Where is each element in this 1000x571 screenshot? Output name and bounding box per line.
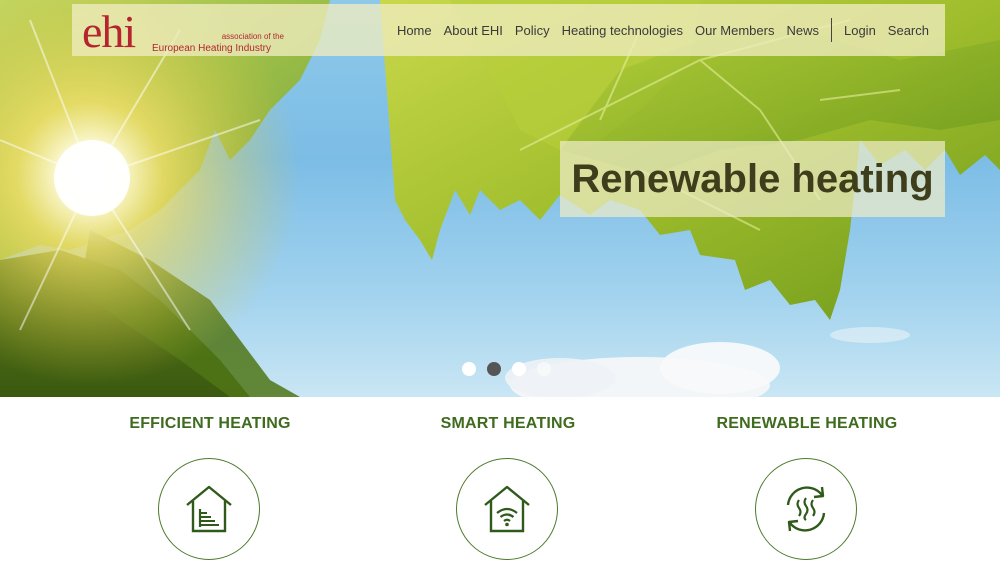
carousel-dot-1[interactable] bbox=[462, 362, 476, 376]
carousel-dot-2[interactable] bbox=[487, 362, 501, 376]
nav-our-members[interactable]: Our Members bbox=[695, 23, 774, 38]
carousel-dot-4[interactable] bbox=[537, 362, 551, 376]
hero-banner: ehi association of the European Heating … bbox=[0, 0, 1000, 397]
nav-about[interactable]: About EHI bbox=[444, 23, 503, 38]
logo-tagline-line2: European Heating Industry bbox=[152, 43, 271, 54]
slide-caption-text: Renewable heating bbox=[571, 156, 934, 201]
ehi-logo[interactable]: ehi association of the European Heating … bbox=[82, 6, 284, 57]
carousel-dot-3[interactable] bbox=[512, 362, 526, 376]
nav-home[interactable]: Home bbox=[397, 23, 432, 38]
house-efficiency-icon bbox=[186, 485, 232, 533]
nav-heating-technologies[interactable]: Heating technologies bbox=[562, 23, 683, 38]
carousel-indicators bbox=[462, 362, 562, 376]
feature-title-smart: SMART HEATING bbox=[440, 415, 576, 432]
house-wifi-icon bbox=[484, 485, 530, 533]
efficient-heating-button[interactable] bbox=[158, 458, 260, 560]
feature-title-efficient: EFFICIENT HEATING bbox=[129, 415, 291, 432]
renewable-cycle-icon bbox=[786, 486, 826, 532]
nav-policy[interactable]: Policy bbox=[515, 23, 550, 38]
feature-title-renewable: RENEWABLE HEATING bbox=[716, 415, 898, 432]
top-navbar: ehi association of the European Heating … bbox=[72, 4, 945, 57]
feature-section: EFFICIENT HEATING SMART HEATING RENEWABL… bbox=[0, 397, 1000, 571]
renewable-heating-button[interactable] bbox=[755, 458, 857, 560]
slide-caption: Renewable heating bbox=[560, 141, 945, 217]
nav-login[interactable]: Login bbox=[844, 23, 876, 38]
smart-heating-button[interactable] bbox=[456, 458, 558, 560]
nav-divider bbox=[830, 18, 832, 42]
nav-news[interactable]: News bbox=[786, 23, 819, 38]
logo-tagline-line1: association of the bbox=[221, 32, 284, 41]
main-nav: Home About EHI Policy Heating technologi… bbox=[385, 4, 929, 56]
logo-wordmark: ehi bbox=[82, 6, 136, 57]
nav-search[interactable]: Search bbox=[888, 23, 929, 38]
